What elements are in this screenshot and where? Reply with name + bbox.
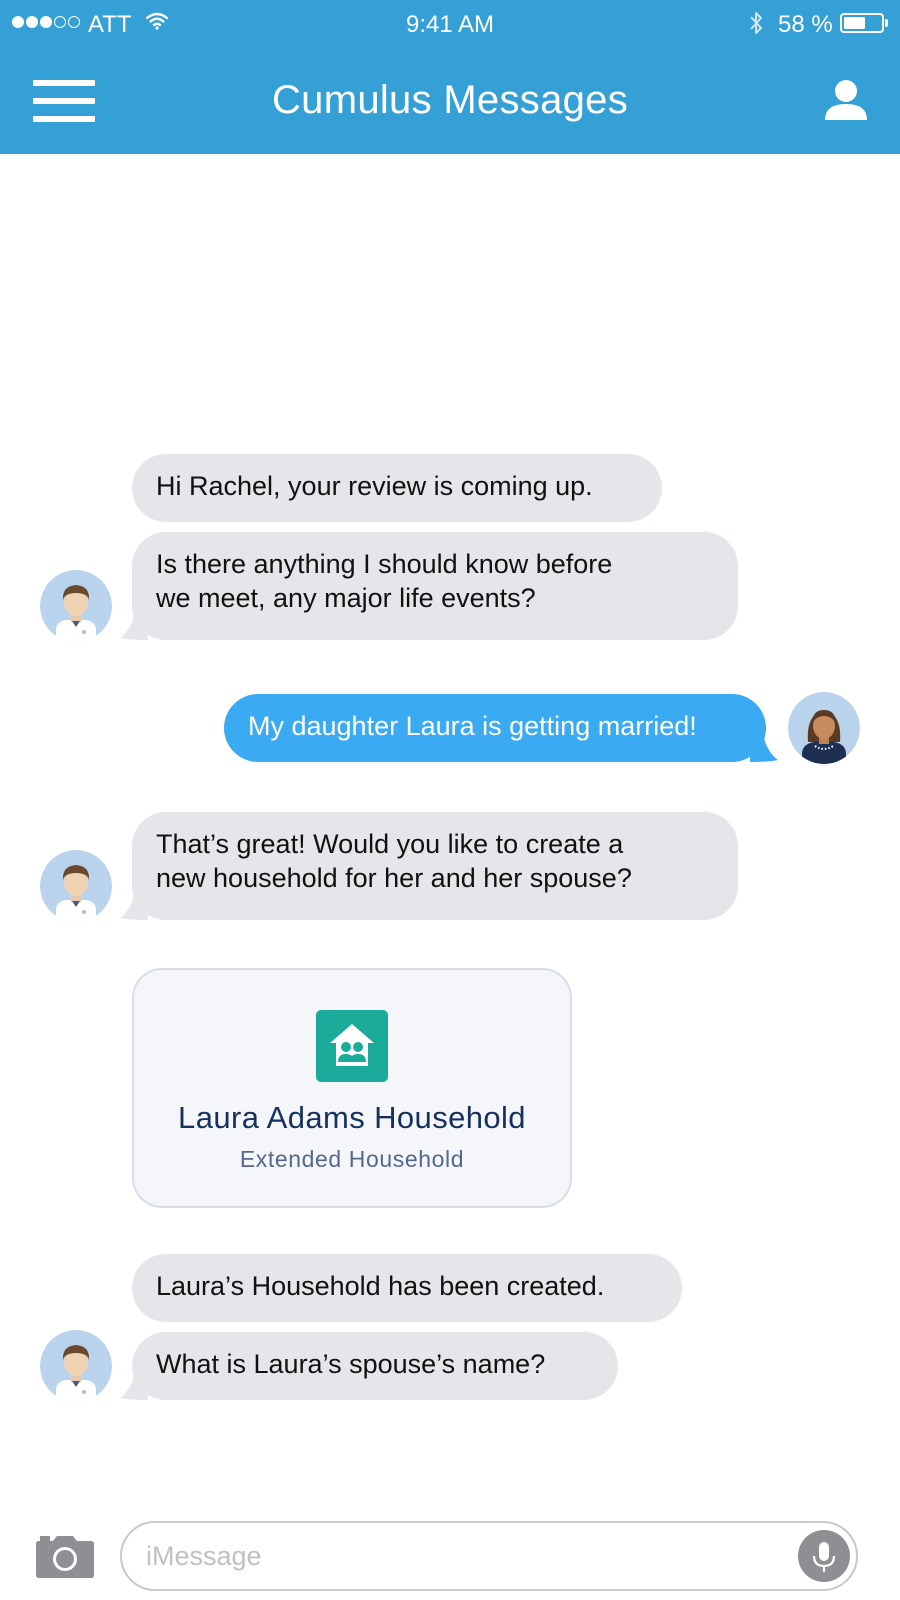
- message-bubble-incoming: Is there anything I should know before w…: [132, 532, 738, 640]
- bubble-tail: [120, 884, 148, 920]
- message-text: Hi Rachel, your review is coming up.: [156, 471, 593, 501]
- message-bubble-incoming: Laura’s Household has been created.: [132, 1254, 682, 1322]
- message-input[interactable]: [146, 1535, 786, 1577]
- bubble-tail: [750, 726, 778, 762]
- household-card[interactable]: Laura Adams Household Extended Household: [132, 968, 572, 1208]
- message-bubble-outgoing: My daughter Laura is getting married!: [224, 694, 766, 762]
- message-text-line: Is there anything I should know before: [156, 549, 613, 579]
- battery-percent: 58 %: [778, 11, 833, 38]
- message-text-line: we meet, any major life events?: [156, 583, 536, 613]
- bluetooth-icon: [750, 12, 762, 34]
- microphone-icon[interactable]: [798, 1530, 850, 1582]
- bubble-tail: [120, 604, 148, 640]
- message-text: My daughter Laura is getting married!: [248, 711, 697, 741]
- message-text: What is Laura’s spouse’s name?: [156, 1349, 546, 1379]
- user-profile-icon[interactable]: [824, 78, 868, 122]
- battery-nub: [885, 19, 888, 27]
- advisor-avatar: [40, 570, 112, 642]
- advisor-avatar: [40, 1330, 112, 1402]
- message-input-container: [120, 1521, 858, 1591]
- message-text-line: That’s great! Would you like to create a: [156, 829, 624, 859]
- page-title: Cumulus Messages: [271, 78, 629, 122]
- client-avatar: [788, 692, 860, 764]
- advisor-avatar: [40, 850, 112, 922]
- status-time: 9:41 AM: [405, 11, 495, 38]
- camera-icon[interactable]: [36, 1534, 94, 1578]
- status-bar: ATT 9:41 AM 58 %: [0, 0, 900, 50]
- message-bubble-incoming: Hi Rachel, your review is coming up.: [132, 454, 662, 522]
- message-bubble-incoming: That’s great! Would you like to create a…: [132, 812, 738, 920]
- household-icon: [316, 1010, 388, 1082]
- battery-icon: [840, 13, 884, 33]
- household-card-subtitle: Extended Household: [239, 1146, 465, 1172]
- household-card-title: Laura Adams Household: [178, 1100, 526, 1135]
- bubble-tail: [120, 1364, 148, 1400]
- message-bubble-incoming: What is Laura’s spouse’s name?: [132, 1332, 618, 1400]
- message-text-line: new household for her and her spouse?: [156, 863, 632, 893]
- message-text: Laura’s Household has been created.: [156, 1271, 605, 1301]
- app-header: ATT 9:41 AM 58 % Cumulus Messages: [0, 0, 900, 154]
